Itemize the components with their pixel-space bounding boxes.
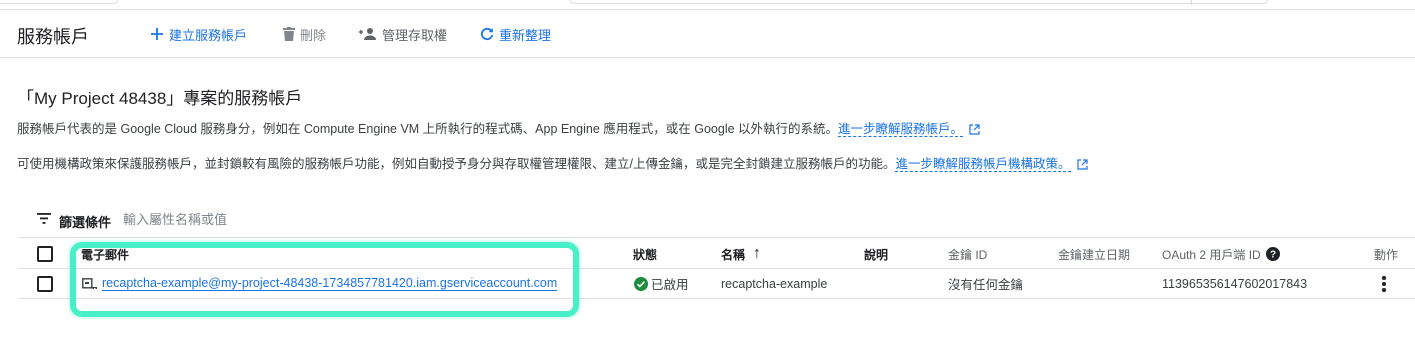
column-email[interactable]: 電子郵件 xyxy=(81,240,129,268)
more-vert-icon xyxy=(1382,275,1386,292)
select-all-cell xyxy=(37,240,53,268)
create-service-account-button[interactable]: 建立服務帳戶 xyxy=(150,25,247,43)
column-status[interactable]: 狀態 xyxy=(633,240,657,268)
external-link-icon xyxy=(969,124,980,135)
section-title: 「My Project 48438」專案的服務帳戶 xyxy=(17,89,303,108)
svg-text:?: ? xyxy=(1270,250,1276,261)
name-cell: recaptcha-example xyxy=(721,276,828,291)
trash-icon xyxy=(283,27,295,41)
filter-bar: 篩選條件 xyxy=(18,200,1415,238)
page-title: 服務帳戶 xyxy=(17,27,89,47)
filter-list-icon[interactable] xyxy=(37,213,51,224)
column-key-created[interactable]: 金鑰建立日期 xyxy=(1058,240,1130,268)
create-label: 建立服務帳戶 xyxy=(169,27,248,43)
service-account-email-link[interactable]: recaptcha-example@my-project-48438-17348… xyxy=(102,276,558,291)
check-circle-icon xyxy=(634,276,648,291)
learn-more-service-accounts-link[interactable]: 進一步瞭解服務帳戶。 xyxy=(838,122,964,137)
column-oauth-label: OAuth 2 用戶端 ID xyxy=(1162,247,1261,262)
description-service-accounts: 服務帳戶代表的是 Google Cloud 服務身分，例如在 Compute E… xyxy=(17,118,980,137)
select-all-checkbox[interactable] xyxy=(37,246,53,262)
plus-icon xyxy=(151,28,163,40)
oauth-id-cell: 113965356147602017843 xyxy=(1162,276,1308,291)
status-text: 已啟用 xyxy=(651,278,689,292)
sort-ascending-icon: ↑ xyxy=(753,245,762,262)
manage-label: 管理存取權 xyxy=(382,27,448,43)
column-actions: 動作 xyxy=(1374,247,1399,262)
manage-access-button[interactable]: 管理存取權 xyxy=(359,25,447,43)
row-actions-button[interactable] xyxy=(1381,269,1387,298)
refresh-label: 重新整理 xyxy=(499,27,552,43)
search-bar[interactable] xyxy=(570,0,1268,5)
key-id-cell: 沒有任何金鑰 xyxy=(948,278,1024,292)
toolbar: 服務帳戶 建立服務帳戶 刪除 管理存取權 重新整理 xyxy=(0,11,1415,58)
row-checkbox[interactable] xyxy=(37,275,53,292)
person-add-icon xyxy=(359,28,376,40)
column-name[interactable]: 名稱 ↑ xyxy=(721,240,761,268)
top-strip xyxy=(0,0,1415,10)
row-select-cell xyxy=(37,269,53,298)
service-account-key-icon xyxy=(82,277,97,289)
status-cell: 已啟用 xyxy=(634,269,689,298)
service-accounts-table: 電子郵件 狀態 名稱 ↑ 說明 金鑰 ID 金鑰建立日期 OAuth 2 用戶端… xyxy=(18,240,1415,299)
help-circle-icon[interactable]: ? xyxy=(1265,247,1280,261)
filter-input[interactable] xyxy=(123,208,523,230)
column-name-label: 名稱 xyxy=(721,247,746,262)
table-row[interactable]: recaptcha-example@my-project-48438-17348… xyxy=(18,269,1415,299)
external-link-icon xyxy=(1076,159,1088,170)
delete-label: 刪除 xyxy=(300,27,327,43)
description-text: 可使用機構政策來保護服務帳戶，並封鎖較有風險的服務帳戶功能，例如自動授予身分與存… xyxy=(17,157,896,171)
description-text: 服務帳戶代表的是 Google Cloud 服務身分，例如在 Compute E… xyxy=(17,122,839,136)
refresh-icon xyxy=(481,27,494,41)
column-oauth-id[interactable]: OAuth 2 用戶端 ID ? xyxy=(1162,240,1280,268)
column-description[interactable]: 說明 xyxy=(864,240,888,268)
email-cell: recaptcha-example@my-project-48438-17348… xyxy=(82,269,570,298)
refresh-button[interactable]: 重新整理 xyxy=(480,25,551,43)
project-selector[interactable] xyxy=(0,0,118,4)
delete-button[interactable]: 刪除 xyxy=(283,25,326,43)
description-org-policy: 可使用機構政策來保護服務帳戶，並封鎖較有風險的服務帳戶功能，例如自動授予身分與存… xyxy=(17,153,1088,172)
column-key-id[interactable]: 金鑰 ID xyxy=(948,240,987,268)
filter-label: 篩選條件 xyxy=(59,215,112,230)
table-header: 電子郵件 狀態 名稱 ↑ 說明 金鑰 ID 金鑰建立日期 OAuth 2 用戶端… xyxy=(18,240,1415,269)
learn-more-org-policy-link[interactable]: 進一步瞭解服務帳戶機構政策。 xyxy=(895,157,1071,172)
